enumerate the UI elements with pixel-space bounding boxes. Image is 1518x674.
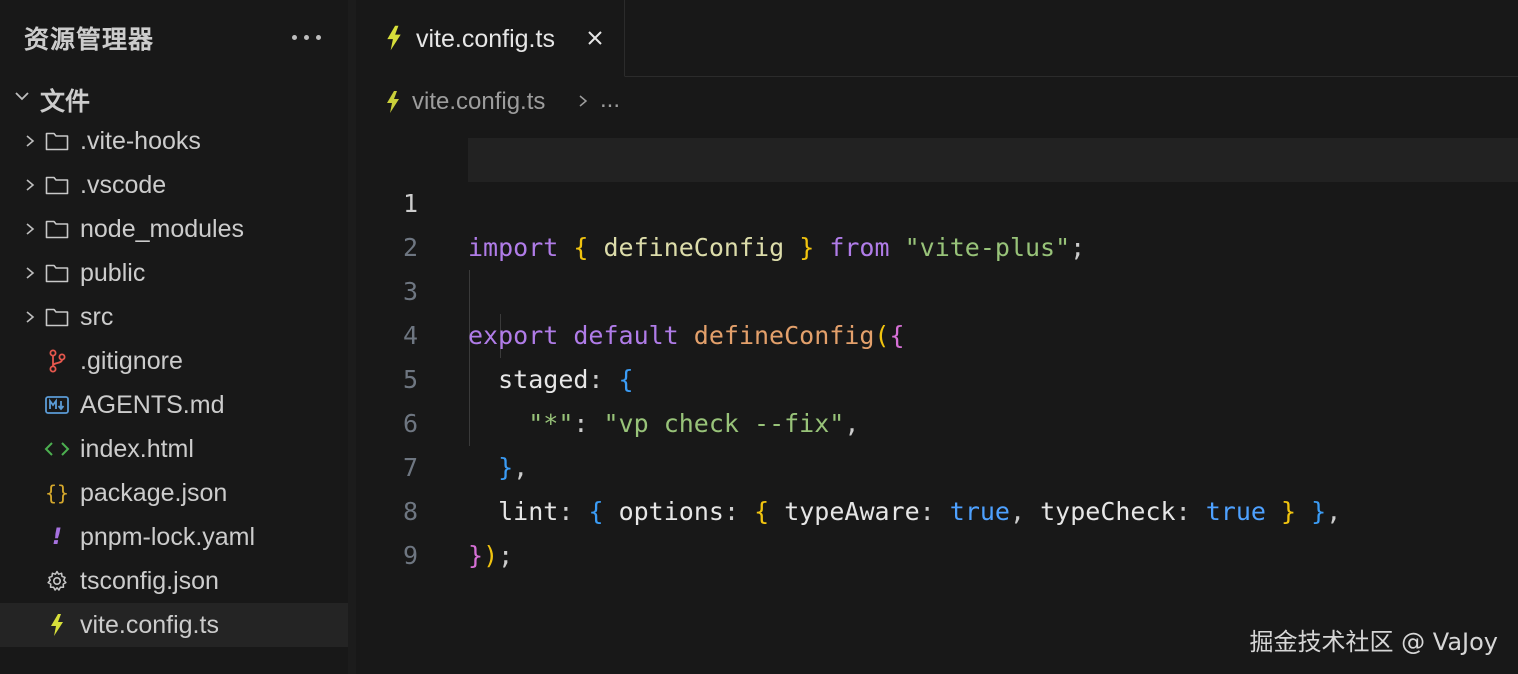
breadcrumb: vite.config.ts ... <box>356 78 1518 126</box>
chevron-right-icon <box>26 311 35 323</box>
chevron-right-icon <box>26 267 35 279</box>
code-line: 7 lint: { options: { typeAware: true, ty… <box>356 402 1518 526</box>
chevron-right-icon <box>579 95 588 107</box>
code-line: 1 import { defineConfig } from "vite-plu… <box>356 138 1518 262</box>
tree-item-gitignore[interactable]: .gitignore <box>0 339 348 383</box>
code-line: 2 <box>356 182 1518 262</box>
folder-icon <box>44 172 70 198</box>
vite-icon <box>387 25 401 51</box>
code-line: 9 <box>356 490 1518 570</box>
tree-item-label: .vite-hooks <box>80 127 201 155</box>
json-icon: {} <box>44 481 70 505</box>
tree-item-label: package.json <box>80 479 228 507</box>
explorer-title: 资源管理器 <box>24 25 155 54</box>
tab-bar: vite.config.ts <box>356 0 1518 77</box>
yaml-icon: ! <box>51 524 63 550</box>
tree-item-label: .gitignore <box>80 347 183 375</box>
tree-item-vite-hooks[interactable]: .vite-hooks <box>0 119 348 163</box>
tree-item-index-html[interactable]: index.html <box>0 427 348 471</box>
file-tree: .vite-hooks .vscode node_modules public <box>0 119 348 647</box>
tree-item-label: vite.config.ts <box>80 611 219 639</box>
tree-item-label: src <box>80 303 114 331</box>
tree-item-src[interactable]: src <box>0 295 348 339</box>
markdown-icon <box>44 392 70 418</box>
code-content: }); <box>468 534 513 578</box>
code-line: 8 }); <box>356 446 1518 570</box>
token: ) <box>483 541 499 570</box>
tree-item-pnpm-lock[interactable]: ! pnpm-lock.yaml <box>0 515 348 559</box>
code-line: 6 }, <box>356 358 1518 482</box>
tree-item-label: public <box>80 259 146 287</box>
tree-item-label: tsconfig.json <box>80 567 219 595</box>
tree-item-vscode[interactable]: .vscode <box>0 163 348 207</box>
code-line: 3 export default defineConfig({ <box>356 226 1518 350</box>
tree-item-label: pnpm-lock.yaml <box>80 523 256 551</box>
folder-icon <box>44 216 70 242</box>
token: ; <box>498 541 514 570</box>
watermark: 掘金技术社区 @ VaJoy <box>1249 628 1498 656</box>
tree-item-package-json[interactable]: {} package.json <box>0 471 348 515</box>
folder-icon <box>44 304 70 330</box>
sidebar-resize-handle[interactable] <box>348 0 356 674</box>
vite-icon <box>44 612 70 638</box>
code-line: 4 staged: { <box>356 270 1518 394</box>
tree-item-label: AGENTS.md <box>80 391 225 419</box>
tree-item-public[interactable]: public <box>0 251 348 295</box>
code-line: 5 "*": "vp check --fix", <box>356 314 1518 438</box>
editor-pane: vite.config.ts vite.config.ts ... 1 impo… <box>356 0 1518 674</box>
tree-item-label: index.html <box>80 435 194 463</box>
tree-item-tsconfig[interactable]: tsconfig.json <box>0 559 348 603</box>
explorer-header: 资源管理器 <box>0 0 348 74</box>
folder-icon <box>44 260 70 286</box>
files-section-title: 文件 <box>40 87 91 116</box>
folder-icon <box>44 128 70 154</box>
token: } <box>468 541 484 570</box>
chevron-right-icon <box>26 223 35 235</box>
files-section-header[interactable]: 文件 <box>0 76 348 120</box>
tab-vite-config[interactable]: vite.config.ts <box>356 0 625 77</box>
chevron-right-icon <box>26 179 35 191</box>
close-icon[interactable] <box>582 25 608 51</box>
git-icon <box>44 348 70 374</box>
html-icon <box>44 436 70 462</box>
ellipsis-icon[interactable] <box>290 22 324 52</box>
line-number: 9 <box>402 541 418 570</box>
tree-item-label: .vscode <box>80 171 167 199</box>
gear-icon <box>44 568 70 594</box>
explorer-sidebar: 资源管理器 文件 .vite-hooks .vscode node_module… <box>0 0 348 674</box>
tree-item-label: node_modules <box>80 215 245 243</box>
tab-label: vite.config.ts <box>416 25 555 53</box>
tree-item-agents-md[interactable]: AGENTS.md <box>0 383 348 427</box>
breadcrumb-file[interactable]: vite.config.ts <box>412 88 545 116</box>
chevron-right-icon <box>26 135 35 147</box>
vite-icon <box>387 91 399 113</box>
tree-item-node-modules[interactable]: node_modules <box>0 207 348 251</box>
breadcrumb-more[interactable]: ... <box>600 86 620 114</box>
tree-item-vite-config[interactable]: vite.config.ts <box>0 603 348 647</box>
chevron-down-icon <box>15 92 29 101</box>
